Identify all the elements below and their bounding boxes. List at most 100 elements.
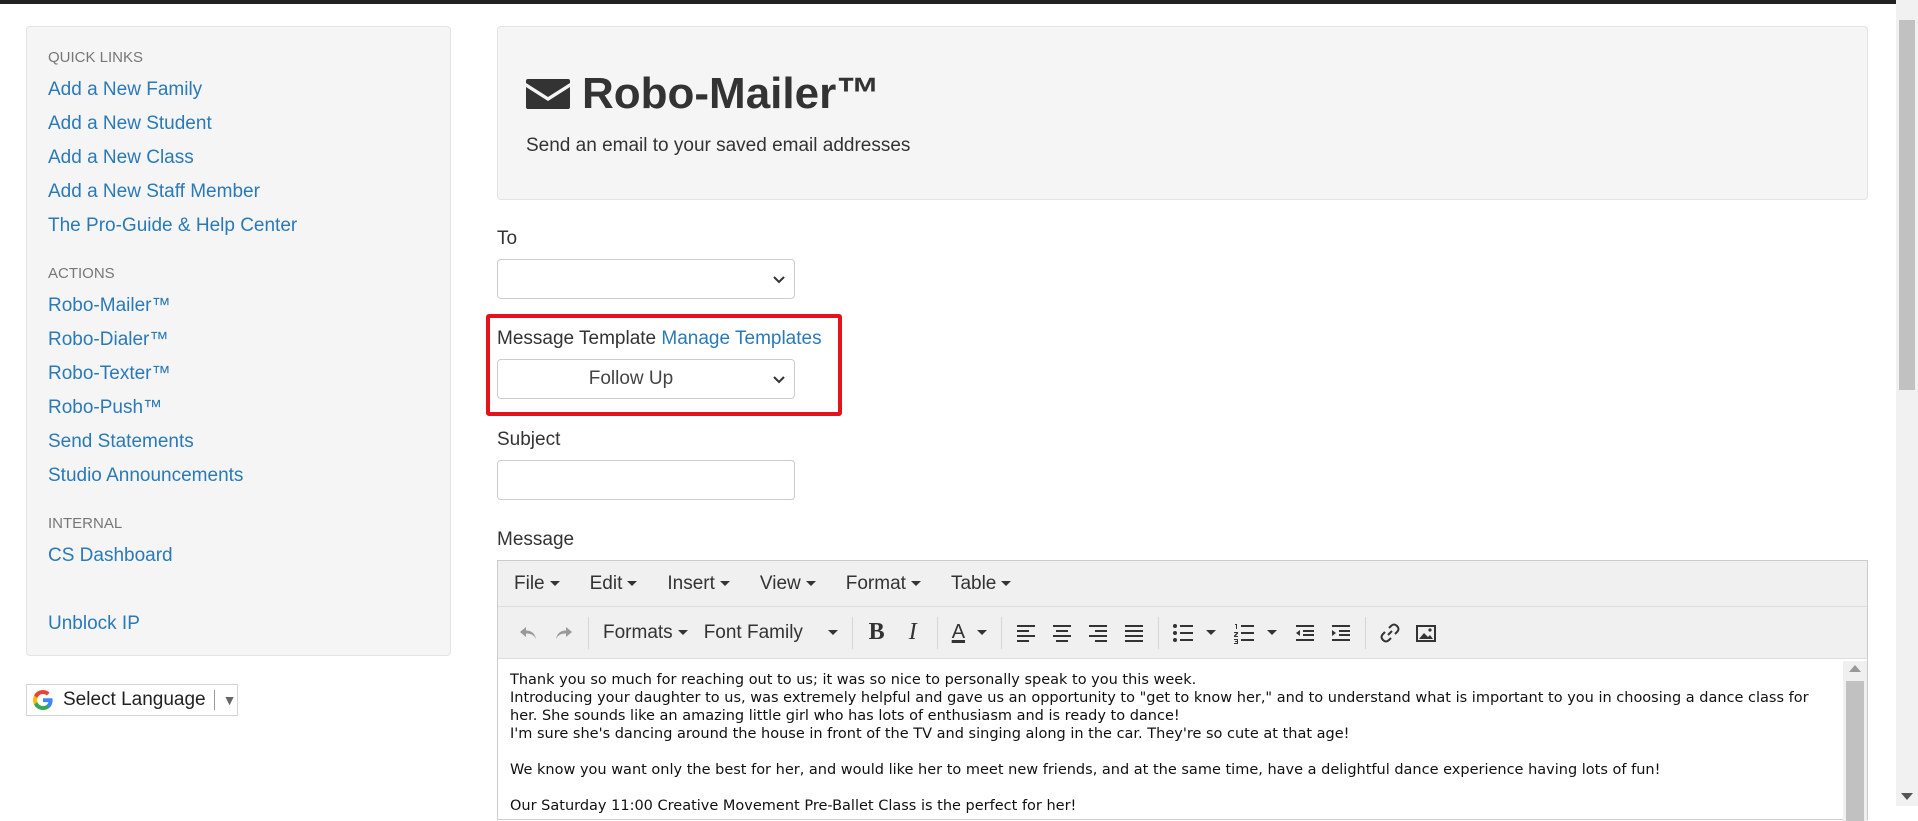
align-left-button[interactable] (1008, 615, 1044, 651)
editor-scroll-thumb[interactable] (1846, 681, 1864, 821)
sidebar-link-robo-mailer[interactable]: Robo-Mailer™ (48, 295, 170, 317)
sidebar-heading-internal: INTERNAL (48, 515, 123, 532)
page-scrollbar[interactable] (1896, 0, 1918, 806)
bullet-list-button[interactable] (1165, 615, 1201, 651)
language-dropdown-arrow-icon: ▼ (222, 692, 237, 708)
rich-text-editor: File Edit Insert View Format Table Forma… (497, 560, 1868, 821)
menu-insert[interactable]: Insert (667, 573, 730, 595)
message-template-label-row: Message Template Manage Templates (497, 328, 822, 350)
redo-button[interactable] (546, 615, 582, 651)
align-justify-button[interactable] (1116, 615, 1152, 651)
language-separator (213, 690, 215, 710)
page-header: Robo-Mailer™ Send an email to your saved… (497, 26, 1868, 200)
bold-button[interactable]: B (859, 615, 895, 651)
undo-icon (520, 626, 536, 639)
sidebar-heading-quick-links: QUICK LINKS (48, 49, 144, 66)
redo-icon (556, 626, 572, 639)
undo-button[interactable] (510, 615, 546, 651)
sidebar-link-robo-dialer[interactable]: Robo-Dialer™ (48, 329, 168, 351)
sidebar-link-robo-texter[interactable]: Robo-Texter™ (48, 363, 171, 385)
message-line: We know you want only the best for her, … (510, 762, 1661, 778)
sidebar-link-add-staff[interactable]: Add a New Staff Member (48, 181, 260, 203)
sidebar-link-add-family[interactable]: Add a New Family (48, 79, 202, 101)
message-label: Message (497, 529, 575, 550)
message-line: Introducing your daughter to us, was ext… (510, 690, 1809, 724)
editor-content[interactable]: Thank you so much for reaching out to us… (498, 661, 1843, 821)
language-label: Select Language (63, 689, 206, 710)
menu-file[interactable]: File (514, 573, 560, 595)
numbered-list-caret[interactable] (1267, 630, 1278, 635)
toolbar-separator (1158, 616, 1160, 649)
sidebar-link-studio-announcements[interactable]: Studio Announcements (48, 465, 243, 487)
page-title-row: Robo-Mailer™ (526, 69, 880, 119)
outdent-button[interactable] (1287, 615, 1323, 651)
toolbar-separator (1001, 616, 1003, 649)
scroll-up-arrow-icon[interactable] (1849, 665, 1861, 672)
manage-templates-link[interactable]: Manage Templates (661, 328, 821, 349)
indent-button[interactable] (1323, 615, 1359, 651)
sidebar-link-add-student[interactable]: Add a New Student (48, 113, 212, 135)
sidebar-link-unblock-ip[interactable]: Unblock IP (48, 613, 140, 635)
message-line: I'm sure she's dancing around the house … (510, 726, 1350, 742)
insert-image-button[interactable] (1408, 615, 1444, 651)
page-title: Robo-Mailer™ (582, 69, 881, 118)
message-template-select[interactable]: Follow Up (497, 359, 795, 399)
align-left-icon (1017, 624, 1036, 642)
message-template-label: Message Template (497, 328, 657, 349)
message-template-select-value: Follow Up (588, 368, 674, 389)
chevron-down-icon (773, 376, 785, 384)
bullet-list-caret[interactable] (1206, 630, 1217, 635)
to-select[interactable] (497, 259, 795, 299)
language-selector[interactable]: Select Language ▼ (26, 684, 238, 716)
chevron-down-icon (773, 276, 785, 284)
to-label: To (497, 228, 518, 249)
sidebar: QUICK LINKS Add a New Family Add a New S… (26, 26, 451, 656)
numbered-list-icon (1234, 623, 1255, 644)
subject-input[interactable] (497, 460, 795, 500)
page-scroll-thumb[interactable] (1899, 20, 1915, 390)
text-color-button[interactable]: A (944, 621, 995, 644)
align-right-icon (1089, 624, 1108, 642)
google-icon (33, 690, 53, 710)
insert-link-button[interactable] (1372, 615, 1408, 651)
italic-button[interactable]: I (895, 615, 931, 651)
message-line: Thank you so much for reaching out to us… (510, 672, 1197, 688)
sidebar-heading-actions: ACTIONS (48, 265, 115, 282)
outdent-icon (1296, 624, 1315, 641)
sidebar-link-cs-dashboard[interactable]: CS Dashboard (48, 545, 173, 567)
toolbar-separator (851, 616, 853, 649)
sidebar-link-add-class[interactable]: Add a New Class (48, 147, 194, 169)
toolbar-separator (936, 616, 938, 649)
message-line: Our Saturday 11:00 Creative Movement Pre… (510, 798, 1077, 814)
align-right-button[interactable] (1080, 615, 1116, 651)
toolbar-separator (1365, 616, 1367, 649)
indent-icon (1332, 624, 1351, 641)
font-family-dropdown[interactable]: Font Family (696, 622, 846, 644)
toolbar-separator (588, 616, 589, 649)
sidebar-link-send-statements[interactable]: Send Statements (48, 431, 194, 453)
scroll-down-arrow-icon[interactable] (1901, 793, 1913, 800)
menu-table[interactable]: Table (951, 573, 1012, 595)
editor-scrollbar[interactable] (1843, 661, 1867, 821)
align-center-icon (1053, 624, 1072, 642)
image-icon (1416, 624, 1437, 642)
bullet-list-icon (1173, 623, 1194, 642)
align-center-button[interactable] (1044, 615, 1080, 651)
menu-format[interactable]: Format (846, 573, 921, 595)
menu-view[interactable]: View (760, 573, 816, 595)
page-subtitle: Send an email to your saved email addres… (526, 135, 911, 156)
formats-dropdown[interactable]: Formats (595, 622, 696, 644)
link-icon (1380, 623, 1400, 642)
editor-menubar: File Edit Insert View Format Table (498, 561, 1867, 607)
top-bar (0, 0, 1918, 4)
numbered-list-button[interactable] (1226, 615, 1262, 651)
envelope-icon (526, 79, 570, 109)
editor-toolbar: Formats Font Family B I A (498, 607, 1867, 659)
subject-label: Subject (497, 429, 561, 450)
sidebar-link-robo-push[interactable]: Robo-Push™ (48, 397, 162, 419)
sidebar-link-pro-guide[interactable]: The Pro-Guide & Help Center (48, 215, 297, 237)
align-justify-icon (1125, 624, 1144, 642)
menu-edit[interactable]: Edit (590, 573, 638, 595)
